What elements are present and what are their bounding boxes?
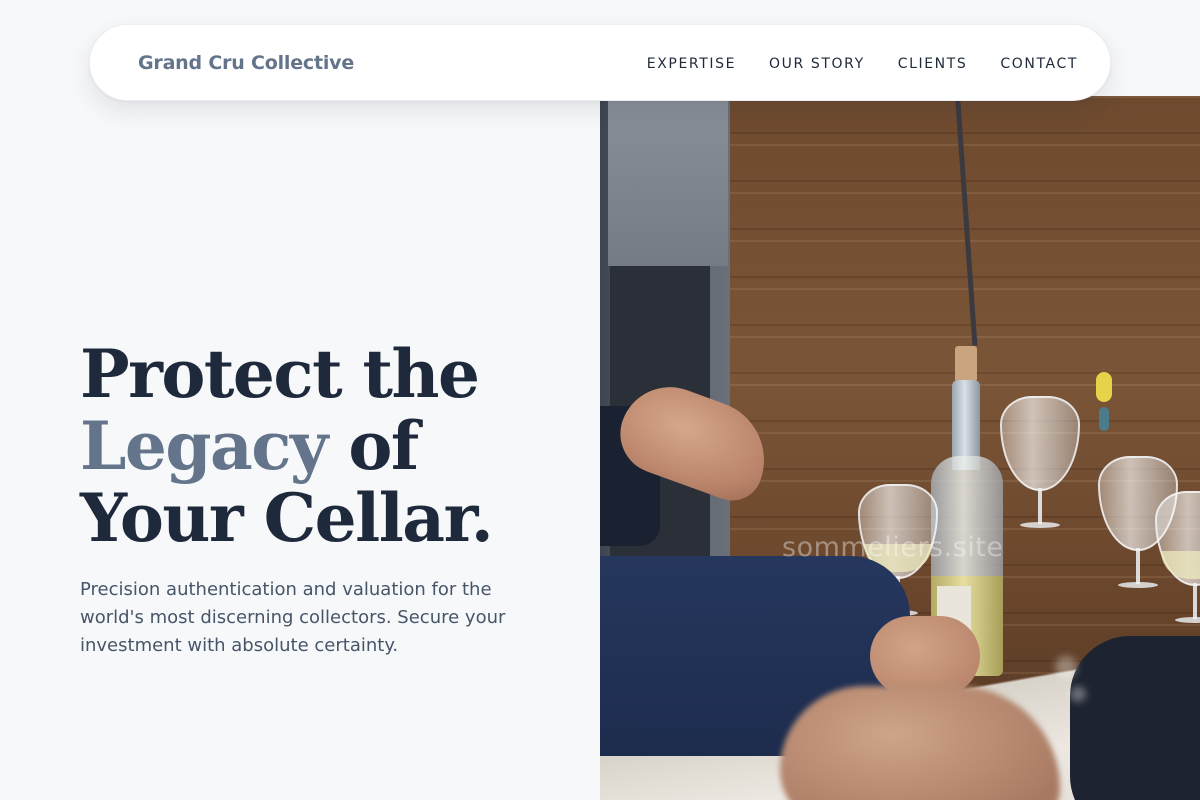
nav-link-contact[interactable]: CONTACT [1000,56,1078,72]
nav-links: EXPERTISE OUR STORY CLIENTS CONTACT [647,53,1078,72]
wine-glass [1000,396,1080,536]
brand-logo-link[interactable]: Grand Cru Collective [138,52,354,74]
headline-accent-word: Legacy [80,407,328,485]
hero-subtext: Precision authentication and valuation f… [80,579,506,656]
hero-headline: Protect the Legacy of Your Cellar. [80,335,494,557]
headline-line-2-rest: of [326,407,419,485]
nav-link-clients[interactable]: CLIENTS [898,56,968,72]
hero-text-panel: Protect the Legacy of Your Cellar. Preci… [0,0,600,800]
hero-image-wine-tasting: sommeliers.site [600,96,1200,800]
nav-link-our-story[interactable]: OUR STORY [769,56,865,72]
wall-ornament [1096,372,1112,402]
headline-line-3: Your Cellar. [80,479,494,557]
resting-hand [870,616,980,696]
top-navigation: Grand Cru Collective EXPERTISE OUR STORY… [89,24,1111,101]
image-watermark: sommeliers.site [782,532,1004,563]
wine-glass [1155,491,1200,631]
guest-figure [1070,636,1200,800]
nav-link-expertise[interactable]: EXPERTISE [647,56,736,72]
page: Protect the Legacy of Your Cellar. Preci… [0,0,1200,800]
headline-line-1: Protect the [80,335,480,413]
